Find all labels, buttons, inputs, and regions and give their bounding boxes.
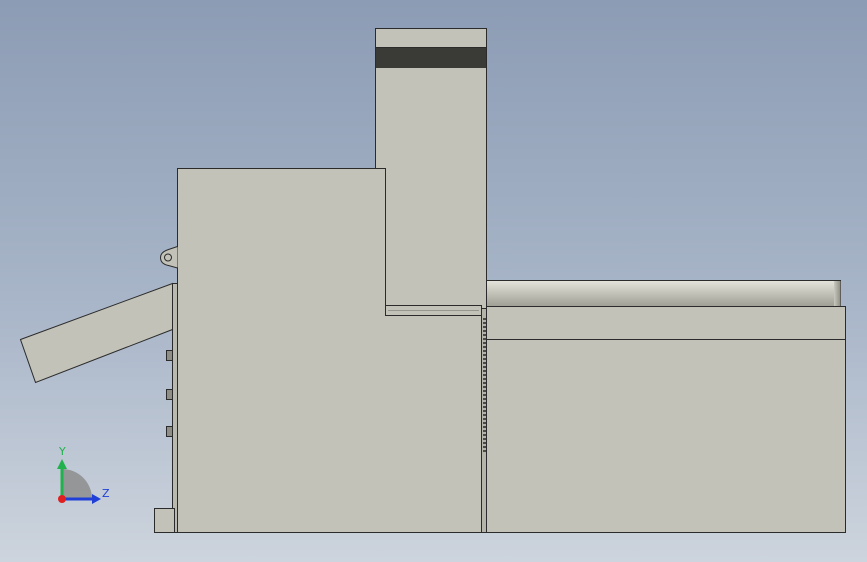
axis-triad: Y Z [57, 445, 110, 504]
knob [166, 350, 173, 361]
slot-tooth [483, 402, 486, 404]
slot-tooth [483, 338, 486, 340]
slot-tooth [483, 354, 486, 356]
cad-drawing: Y Z [19, 28, 846, 533]
left-rail [172, 283, 178, 533]
knob [166, 426, 173, 437]
hopper-dark-band [376, 48, 486, 68]
slot-tooth [483, 410, 486, 412]
slot-tooth [483, 362, 486, 364]
slot-tooth [483, 366, 486, 368]
slot-tooth [483, 422, 486, 424]
slot-tooth [483, 326, 486, 328]
x-axis-origin-icon [58, 495, 66, 503]
lifting-eye-lug [159, 246, 178, 269]
side-knobs [166, 350, 173, 437]
slot-tooth [483, 438, 486, 440]
slot-tooth [483, 450, 486, 452]
hopper-column [375, 28, 487, 319]
slot-tooth [483, 414, 486, 416]
cad-viewport[interactable]: Y Z [0, 0, 867, 562]
slot-tooth [483, 406, 486, 408]
slot-tooth [483, 370, 486, 372]
slot-tooth [483, 434, 486, 436]
triad-quarter-disc [62, 469, 92, 499]
slot-tooth [483, 342, 486, 344]
slot-tooth [483, 334, 486, 336]
slot-tooth [483, 386, 486, 388]
slot-tooth [483, 442, 486, 444]
slot-tooth [483, 378, 486, 380]
z-axis-arrow-icon [92, 494, 101, 504]
slot-tooth [483, 446, 486, 448]
slot-tooth [483, 346, 486, 348]
slot-tooth [483, 318, 486, 320]
slot-tooth [483, 418, 486, 420]
inclined-chute [19, 282, 173, 384]
gap-slot [481, 308, 487, 533]
slot-tooth [483, 330, 486, 332]
roller-cylinder [486, 280, 841, 307]
slot-tooth [483, 358, 486, 360]
slot-tooth [483, 322, 486, 324]
slot-tooth [483, 390, 486, 392]
knob [166, 389, 173, 400]
slot-tooth [483, 382, 486, 384]
right-housing [486, 306, 846, 533]
slot-tooth [483, 398, 486, 400]
y-axis-arrow-icon [57, 459, 67, 469]
slot-tooth [483, 394, 486, 396]
slot-tooth [483, 350, 486, 352]
slot-tooth [483, 374, 486, 376]
z-axis-label: Z [102, 487, 110, 500]
base-foot [154, 508, 175, 533]
y-axis-label: Y [58, 445, 66, 458]
slot-tooth [483, 426, 486, 428]
slot-tooth [483, 430, 486, 432]
